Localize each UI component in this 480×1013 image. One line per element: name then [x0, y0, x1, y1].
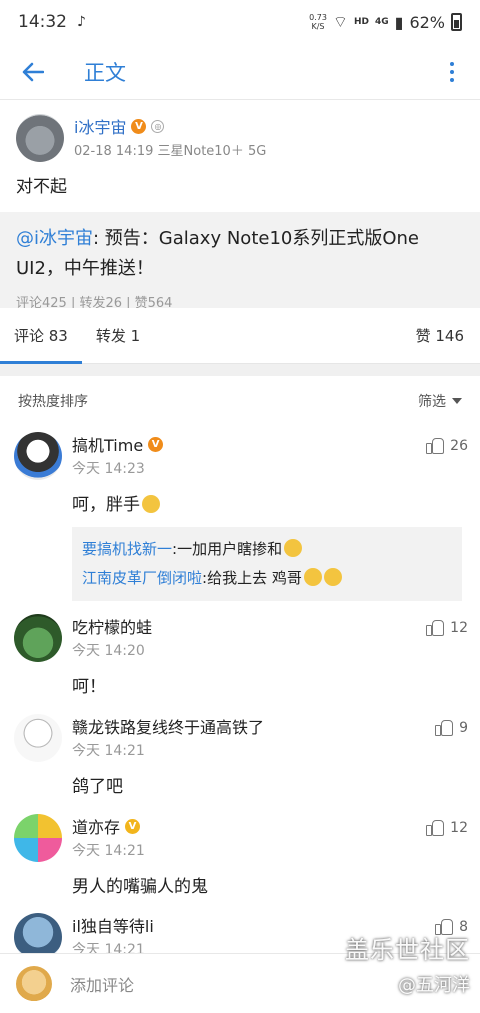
verified-badge-icon: V — [125, 818, 141, 834]
author-name[interactable]: i冰宇宙 — [74, 114, 126, 138]
thumbs-up-icon — [426, 620, 445, 636]
comment-text: 呵！ — [72, 677, 106, 697]
like-count: 8 — [459, 919, 468, 935]
comment-item[interactable]: 道亦存 V 今天 14:21 男人的嘴骗人的鬼 12 — [0, 814, 480, 897]
tab-reposts[interactable]: 转发 1 — [82, 308, 154, 364]
signal-icon: ▮ — [394, 12, 404, 32]
more-dot-icon — [450, 61, 454, 66]
battery-icon — [451, 13, 462, 31]
comment-text: 鸽了吧 — [72, 777, 123, 797]
signal-indicator: 4G — [374, 17, 389, 27]
like-button[interactable]: 8 — [435, 919, 468, 935]
thumbs-up-icon — [426, 438, 445, 454]
commenter-name[interactable]: 道亦存 — [72, 814, 120, 838]
status-bar: 14:32 ♪ 0.73 K/S ⌔ HD 4G ▮ 62% — [0, 0, 480, 44]
thumbs-up-icon — [435, 919, 454, 935]
comment-time: 今天 14:21 — [72, 743, 145, 759]
reply-text: :一加用户瞎掺和 — [172, 540, 283, 558]
thumbs-up-icon — [426, 820, 445, 836]
thumbs-up-icon — [435, 720, 454, 736]
commenter-avatar[interactable] — [14, 432, 62, 480]
like-count: 12 — [450, 620, 468, 636]
reply-item[interactable]: 江南皮革厂倒闭啦:给我上去 鸡哥 — [82, 564, 452, 593]
comment-item[interactable]: 吃柠檬的蛙 今天 14:20 呵！ 12 — [0, 614, 480, 697]
reply-author[interactable]: 要搞机找新一 — [82, 540, 172, 558]
reply-item[interactable]: 要搞机找新一:一加用户瞎掺和 — [82, 535, 452, 564]
add-comment-input[interactable]: 添加评论 — [70, 972, 134, 996]
page-title: 正文 — [84, 60, 126, 85]
reply-author[interactable]: 江南皮革厂倒闭啦 — [82, 569, 202, 587]
reposted-content[interactable]: @i冰宇宙: 预告：Galaxy Note10系列正式版One UI2，中午推送… — [0, 212, 480, 320]
filter-label: 筛选 — [418, 394, 446, 410]
post-text: 对不起 — [16, 177, 67, 197]
commenter-avatar[interactable] — [14, 814, 62, 862]
comment-time: 今天 14:21 — [72, 843, 145, 859]
like-count: 26 — [450, 438, 468, 454]
tab-comments[interactable]: 评论 83 — [0, 308, 82, 364]
post: i冰宇宙 V ◎ 02-18 14:19 三星Note10＋ 5G 对不起 @i… — [0, 100, 480, 320]
emoji-icon — [142, 495, 160, 513]
divider — [0, 364, 480, 376]
commenter-name[interactable]: 搞机Time — [72, 432, 143, 456]
like-button[interactable]: 26 — [426, 438, 468, 454]
comment-item[interactable]: 搞机Time V 今天 14:23 呵，胖手 要搞机找新一:一加用户瞎掺和 江南… — [0, 432, 480, 601]
comment-item[interactable]: 赣龙铁路复线终于通高铁了 今天 14:21 鸽了吧 9 — [0, 714, 480, 797]
filter-button[interactable]: 筛选 — [418, 391, 462, 411]
verified-badge-icon: V — [148, 436, 164, 452]
medal-icon: ◎ — [151, 119, 165, 133]
comment-text: 男人的嘴骗人的鬼 — [72, 877, 208, 897]
network-speed: 0.73 K/S — [309, 13, 327, 31]
more-options-button[interactable] — [424, 44, 480, 100]
comment-text: 呵，胖手 — [72, 495, 140, 515]
comment-input-bar[interactable]: 添加评论 — [0, 953, 480, 1013]
commenter-avatar[interactable] — [14, 714, 62, 762]
like-count: 12 — [450, 820, 468, 836]
sort-row: 按热度排序 筛选 — [0, 376, 480, 426]
emoji-icon — [284, 539, 303, 557]
like-button[interactable]: 12 — [426, 620, 468, 636]
repost-mention[interactable]: @i冰宇宙 — [16, 228, 93, 249]
commenter-name[interactable]: 赣龙铁路复线终于通高铁了 — [72, 714, 264, 738]
like-count: 9 — [459, 720, 468, 736]
app-bar: 正文 — [0, 44, 480, 100]
like-button[interactable]: 9 — [435, 720, 468, 736]
emoji-icon — [323, 568, 342, 586]
like-button[interactable]: 12 — [426, 820, 468, 836]
reply-preview[interactable]: 要搞机找新一:一加用户瞎掺和 江南皮革厂倒闭啦:给我上去 鸡哥 — [72, 527, 462, 601]
tiktok-icon: ♪ — [77, 14, 86, 30]
reply-text: :给我上去 鸡哥 — [202, 569, 302, 587]
my-avatar — [16, 965, 52, 1002]
emoji-icon — [303, 568, 322, 586]
comment-tabs: 评论 83 转发 1 赞 146 — [0, 308, 480, 364]
status-time: 14:32 — [18, 12, 67, 32]
post-date: 02-18 14:19 — [74, 144, 154, 159]
commenter-name[interactable]: il独自等待li — [72, 913, 154, 937]
sort-button[interactable]: 按热度排序 — [18, 391, 88, 411]
commenter-name[interactable]: 吃柠檬的蛙 — [72, 614, 152, 638]
tab-likes[interactable]: 赞 146 — [402, 308, 480, 364]
post-device: 三星Note10＋ 5G — [157, 144, 267, 159]
verified-badge-icon: V — [131, 118, 147, 134]
hd-indicator: HD — [353, 17, 369, 27]
commenter-avatar[interactable] — [14, 614, 62, 662]
back-button[interactable] — [0, 44, 66, 100]
author-avatar[interactable] — [16, 114, 64, 162]
comment-time: 今天 14:23 — [72, 461, 145, 477]
dropdown-triangle-icon — [452, 398, 462, 404]
back-arrow-icon — [22, 62, 44, 81]
comment-time: 今天 14:20 — [72, 643, 145, 659]
battery-percent: 62% — [409, 12, 445, 32]
wifi-icon: ⌔ — [332, 12, 348, 31]
